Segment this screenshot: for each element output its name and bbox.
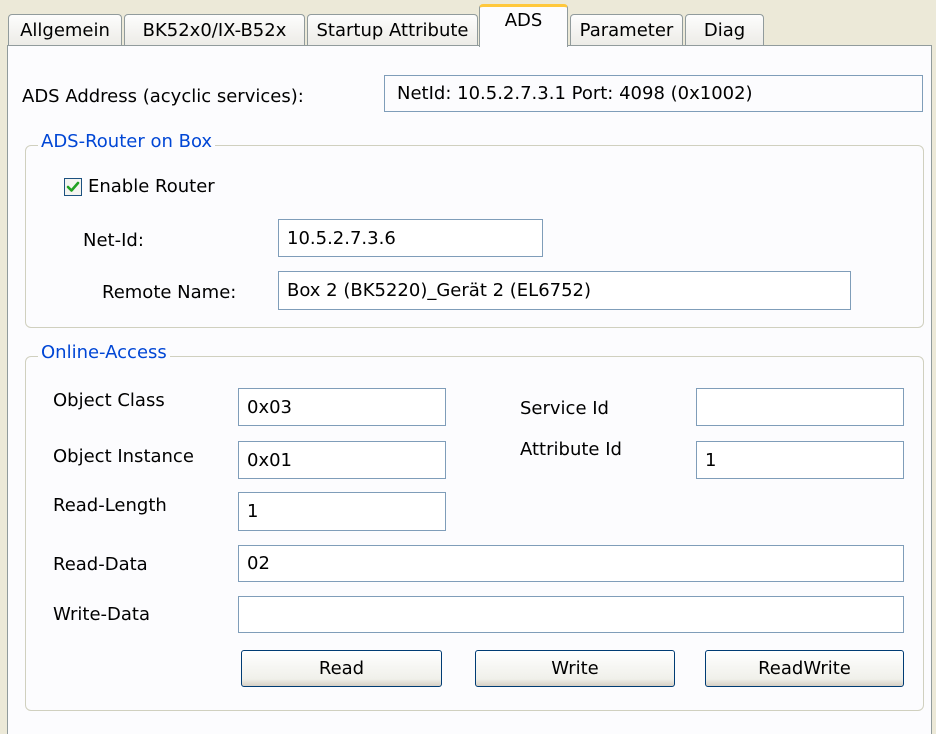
attribute-id-input[interactable]: 1 bbox=[696, 441, 904, 479]
read-data-label: Read-Data bbox=[53, 554, 148, 575]
checkmark-icon bbox=[66, 181, 80, 192]
tab-panel-ads: ADS Address (acyclic services): NetId: 1… bbox=[7, 45, 932, 734]
read-length-input[interactable]: 1 bbox=[238, 492, 446, 531]
ads-router-group-title: ADS-Router on Box bbox=[38, 131, 216, 152]
service-id-label: Service Id bbox=[520, 398, 609, 419]
remote-name-label: Remote Name: bbox=[102, 282, 237, 303]
object-instance-label: Object Instance bbox=[53, 446, 194, 467]
enable-router-label[interactable]: Enable Router bbox=[88, 176, 215, 197]
write-button[interactable]: Write bbox=[475, 650, 675, 687]
enable-router-checkbox[interactable] bbox=[64, 178, 82, 196]
service-id-input[interactable] bbox=[696, 388, 904, 426]
ads-address-label: ADS Address (acyclic services): bbox=[22, 86, 304, 107]
attribute-id-label: Attribute Id bbox=[520, 439, 622, 460]
read-button[interactable]: Read bbox=[241, 650, 442, 687]
tab-diag[interactable]: Diag bbox=[685, 14, 764, 46]
object-class-label: Object Class bbox=[53, 390, 165, 411]
tab-ads[interactable]: ADS bbox=[479, 4, 568, 47]
net-id-label: Net-Id: bbox=[83, 230, 144, 251]
tab-allgemein[interactable]: Allgemein bbox=[8, 14, 122, 46]
tab-bk52x0[interactable]: BK52x0/IX-B52x bbox=[124, 14, 305, 46]
net-id-input[interactable]: 10.5.2.7.3.6 bbox=[278, 219, 543, 257]
object-class-input[interactable]: 0x03 bbox=[238, 388, 446, 426]
remote-name-input[interactable]: Box 2 (BK5220)_Gerät 2 (EL6752) bbox=[278, 271, 851, 310]
write-data-input[interactable] bbox=[238, 596, 904, 633]
read-length-label: Read-Length bbox=[53, 495, 167, 516]
ads-address-field: NetId: 10.5.2.7.3.1 Port: 4098 (0x1002) bbox=[384, 75, 923, 112]
write-data-label: Write-Data bbox=[53, 604, 150, 625]
readwrite-button[interactable]: ReadWrite bbox=[705, 650, 904, 687]
object-instance-input[interactable]: 0x01 bbox=[238, 441, 446, 479]
read-data-field[interactable]: 02 bbox=[238, 545, 904, 582]
tab-parameter[interactable]: Parameter bbox=[570, 14, 683, 46]
online-access-group-title: Online-Access bbox=[38, 342, 170, 363]
tab-startup-attribute[interactable]: Startup Attribute bbox=[307, 14, 478, 46]
